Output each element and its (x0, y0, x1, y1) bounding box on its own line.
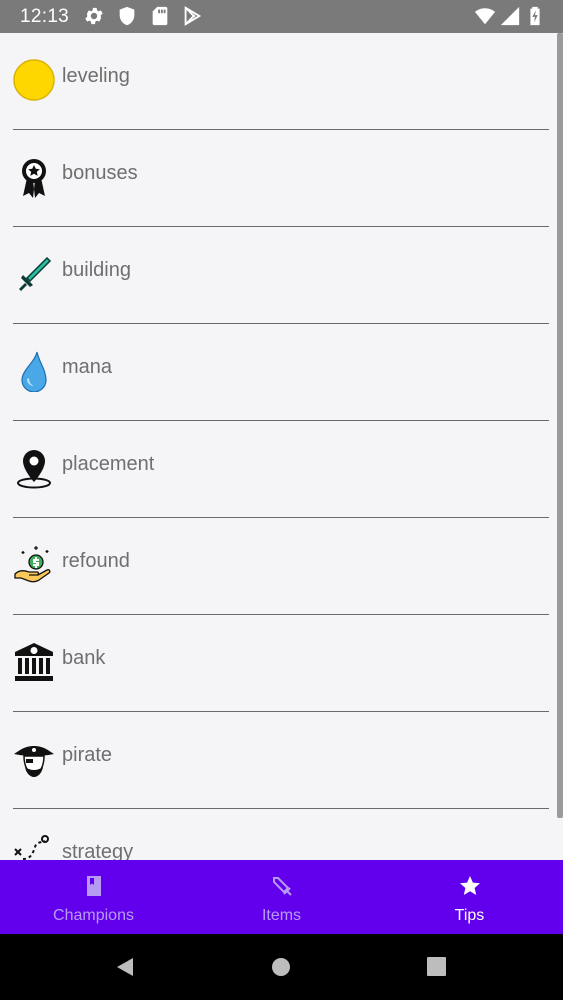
item-label: building (62, 259, 131, 281)
item-label: leveling (62, 65, 130, 87)
book-icon (86, 876, 101, 896)
list-item-mana[interactable]: mana (0, 324, 557, 421)
tab-label: Champions (53, 907, 134, 924)
item-label: placement (62, 453, 155, 475)
tab-items[interactable]: Items (188, 860, 375, 934)
tab-tips[interactable]: Tips (376, 860, 563, 934)
strategy-icon (14, 835, 49, 860)
award-ribbon-icon (22, 159, 46, 198)
system-navigation-bar (0, 934, 563, 1000)
list-item-strategy[interactable]: strategy (0, 809, 557, 860)
signal-icon (500, 6, 520, 26)
sword-outline-icon (272, 877, 292, 896)
tab-champions[interactable]: Champions (0, 860, 187, 934)
item-label: bank (62, 647, 106, 669)
bank-icon (15, 643, 53, 681)
tab-label: Items (261, 907, 302, 924)
bottom-navigation: Champions Items Tips (0, 860, 563, 934)
map-pin-icon (17, 450, 51, 489)
item-label: bonuses (62, 162, 138, 184)
home-icon[interactable] (271, 957, 291, 977)
list-item-bonuses[interactable]: bonuses (0, 130, 557, 227)
item-label: pirate (62, 744, 113, 766)
sd-card-icon (152, 6, 168, 26)
item-label: refound (62, 550, 130, 572)
gold-coin-icon (13, 59, 55, 101)
shield-icon (119, 6, 135, 26)
list-item-leveling[interactable]: leveling (0, 33, 557, 130)
play-store-icon (184, 6, 202, 26)
back-icon[interactable] (114, 956, 136, 978)
sword-icon (19, 256, 52, 291)
list-item-bank[interactable]: bank (0, 615, 557, 712)
battery-charging-icon (530, 6, 540, 26)
wifi-icon (474, 8, 496, 25)
status-bar: 12:13 (0, 0, 563, 33)
status-time: 12:13 (20, 6, 70, 27)
tips-list[interactable]: leveling bonuses building mana placement… (0, 33, 557, 860)
item-label: strategy (62, 841, 134, 860)
water-drop-icon (21, 351, 47, 392)
recents-icon[interactable] (427, 957, 446, 976)
money-hand-icon (14, 546, 51, 583)
star-icon (459, 876, 480, 895)
pirate-icon (14, 746, 54, 777)
list-item-building[interactable]: building (0, 227, 557, 324)
tab-label: Tips (454, 907, 485, 924)
list-item-placement[interactable]: placement (0, 421, 557, 518)
list-item-pirate[interactable]: pirate (0, 712, 557, 809)
list-item-refound[interactable]: refound (0, 518, 557, 615)
gear-icon (85, 7, 103, 25)
scrollbar[interactable] (557, 33, 563, 818)
item-label: mana (62, 356, 113, 378)
